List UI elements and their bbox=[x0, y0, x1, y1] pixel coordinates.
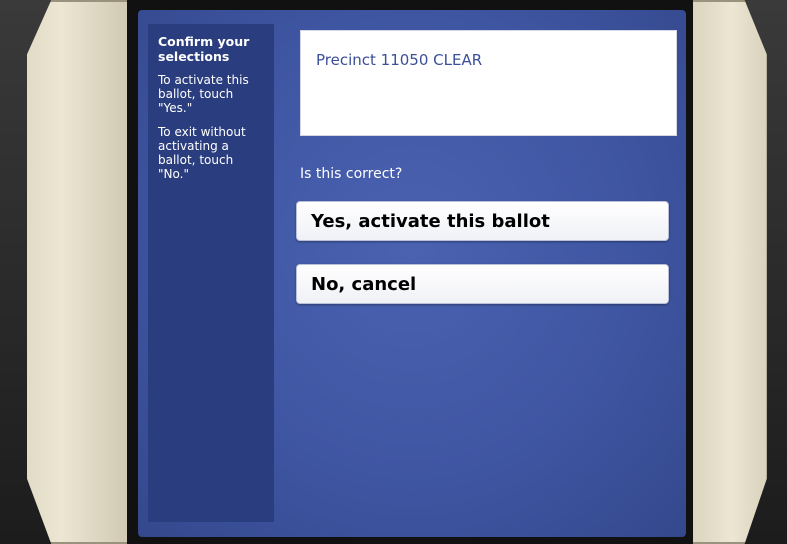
confirm-question: Is this correct? bbox=[300, 166, 403, 182]
precinct-label: Precinct 11050 CLEAR bbox=[316, 51, 483, 69]
yes-instruction: To activate this ballot, touch "Yes." bbox=[158, 73, 249, 115]
sidebar-title: Confirm your selections bbox=[158, 34, 250, 64]
no-instruction: To exit without activating a ballot, tou… bbox=[158, 125, 246, 181]
precinct-display: Precinct 11050 CLEAR bbox=[300, 30, 677, 136]
instructions-sidebar: Confirm your selections To activate this… bbox=[148, 24, 274, 522]
activate-ballot-button[interactable]: Yes, activate this ballot bbox=[296, 201, 669, 241]
cancel-label: No, cancel bbox=[311, 273, 417, 295]
activate-ballot-label: Yes, activate this ballot bbox=[311, 210, 550, 232]
cancel-button[interactable]: No, cancel bbox=[296, 264, 669, 304]
touch-screen: Confirm your selections To activate this… bbox=[138, 10, 686, 537]
